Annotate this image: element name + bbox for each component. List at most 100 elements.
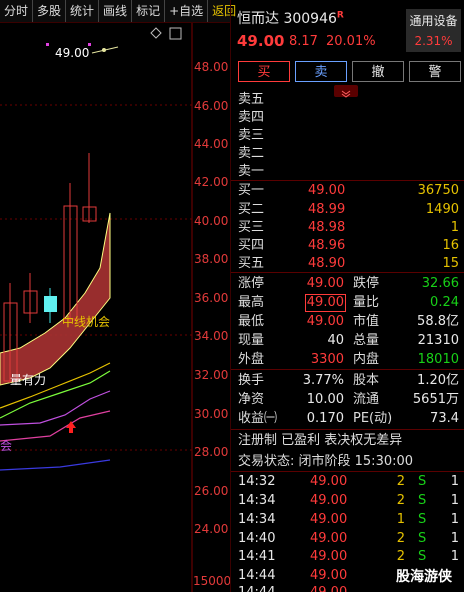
tick-count: 1: [450, 549, 459, 564]
bid-label: 买一: [238, 183, 265, 198]
tick-time: 14:34: [238, 512, 276, 527]
ask-row: 卖三: [231, 126, 464, 145]
toolbar-item-intraday[interactable]: 分时: [0, 0, 34, 22]
tick-price: 49.00: [310, 549, 348, 564]
bid-price: 48.96: [308, 238, 346, 253]
stock-flag: R: [336, 10, 344, 21]
stock-title: 恒而达 300946R: [237, 8, 344, 28]
stat-value: 5651万: [412, 392, 459, 407]
callout-dot: [102, 48, 106, 52]
toolbar-item-statistics[interactable]: 统计: [66, 0, 100, 22]
tick-direction: S: [418, 549, 427, 564]
ma-line: [0, 410, 111, 442]
tick-row: 14:32 49.00 2 S 1: [231, 472, 464, 491]
ma-line: [0, 459, 111, 471]
price-tick: 26.00: [194, 484, 229, 498]
price-tick: 44.00: [194, 137, 229, 151]
stat-row: 换手 3.77% 股本 1.20亿: [231, 371, 464, 390]
bid-volume: 1490: [425, 202, 459, 217]
bid-price: 48.99: [308, 202, 346, 217]
kline-chart[interactable]: 48.00 46.00 44.00 42.00 40.00 38.00 36.0…: [0, 23, 232, 592]
tick-time: 14:41: [238, 549, 276, 564]
stat-value: 21310: [417, 333, 459, 348]
stat-value: 49.00: [306, 314, 344, 329]
tick-time: 14:34: [238, 493, 276, 508]
sector-label: 通用设备: [409, 14, 458, 28]
stat-label: 市值: [353, 314, 380, 329]
price-tick: 28.00: [194, 445, 229, 459]
stat-label: 外盘: [238, 352, 265, 367]
ask-row: 卖五: [231, 90, 464, 109]
tick-row: 14:40 49.00 2 S 1: [231, 529, 464, 548]
price-tick: 30.00: [194, 407, 229, 421]
bid-price: 49.00: [308, 183, 346, 198]
status-row: 交易状态: 闭市阶段 15:30:00: [231, 452, 464, 471]
bid-label: 买五: [238, 256, 265, 271]
sector-box[interactable]: 通用设备 2.31%: [406, 9, 461, 52]
stat-value: 32.66: [421, 276, 459, 291]
stat-value-highlight: 49.00: [304, 294, 346, 312]
stat-value: 73.4: [430, 411, 459, 426]
bid-volume: 16: [442, 238, 459, 253]
chart-toolbar: 分时 多股 统计 画线 标记 +自选 返回: [0, 0, 236, 23]
stat-value: 40: [327, 333, 344, 348]
ask-label: 卖五: [238, 92, 265, 107]
toolbar-item-draw-line[interactable]: 画线: [99, 0, 133, 22]
stat-label: 内盘: [353, 352, 380, 367]
sell-button[interactable]: 卖: [295, 61, 347, 82]
tick-direction: S: [418, 531, 427, 546]
stat-value: 49.00: [306, 276, 344, 291]
toolbar-item-multi-stock[interactable]: 多股: [33, 0, 67, 22]
stat-row: 净资 10.00 流通 5651万: [231, 390, 464, 409]
annotation-left: 会: [0, 439, 13, 453]
tick-row: 14:34 49.00 1 S 1: [231, 510, 464, 529]
toolbar-item-mark[interactable]: 标记: [132, 0, 166, 22]
ask-label: 卖三: [238, 128, 265, 143]
volume-tick: 15000: [193, 574, 232, 588]
stock-code: 300946: [283, 11, 337, 27]
tick-direction: S: [418, 474, 427, 489]
stat-value: 1.20亿: [417, 373, 459, 388]
diamond-icon[interactable]: [150, 27, 162, 39]
ask-row: 卖一: [231, 162, 464, 181]
tick-time: 14:44: [238, 583, 275, 592]
toolbar-item-add-watchlist[interactable]: +自选: [165, 0, 209, 22]
stat-label: 量比: [353, 295, 380, 310]
price-tick: 48.00: [194, 60, 229, 74]
buy-button[interactable]: 买: [238, 61, 290, 82]
stat-value: 10.00: [306, 392, 344, 407]
callout-price: 49.00: [55, 46, 90, 60]
stat-value: 3300: [310, 352, 344, 367]
tick-row: 14:34 49.00 2 S 1: [231, 491, 464, 510]
trade-status: 交易状态: 闭市阶段 15:30:00: [238, 454, 414, 469]
stock-change: 8.17: [289, 34, 318, 49]
bid-price: 48.90: [308, 256, 346, 271]
stat-value: 18010: [417, 352, 459, 367]
stat-row: 涨停 49.00 跌停 32.66: [231, 274, 464, 293]
bid-row[interactable]: 买五 48.90 15: [231, 254, 464, 273]
tick-volume: 1: [396, 512, 405, 527]
tick-price: 49.00: [310, 512, 348, 527]
up-arrow-icon: [66, 421, 76, 433]
tick-time: 14:40: [238, 531, 276, 546]
bid-row[interactable]: 买一 49.00 36750: [231, 181, 464, 200]
tick-row: 14:41 49.00 2 S 1: [231, 547, 464, 566]
bid-price: 48.98: [308, 220, 346, 235]
stat-row: 最低 49.00 市值 58.8亿: [231, 312, 464, 331]
tick-volume: 2: [396, 474, 405, 489]
alert-button[interactable]: 警: [409, 61, 461, 82]
stock-change-pct: 20.01%: [326, 34, 376, 49]
cancel-button[interactable]: 撤: [352, 61, 404, 82]
watermark-text: 股海游侠: [396, 569, 452, 585]
stat-value: 0.170: [306, 411, 344, 426]
info-row: 注册制 已盈利 表决权无差异: [231, 431, 464, 450]
price-tick: 38.00: [194, 252, 229, 266]
tick-count: 1: [450, 493, 459, 508]
bid-row[interactable]: 买二 48.99 1490: [231, 200, 464, 219]
bid-row[interactable]: 买四 48.96 16: [231, 236, 464, 255]
stat-label: 换手: [238, 373, 265, 388]
bid-row[interactable]: 买三 48.98 1: [231, 218, 464, 237]
stat-label: 股本: [353, 373, 380, 388]
window-icon[interactable]: [169, 27, 182, 40]
stat-label: 最高: [238, 295, 265, 310]
